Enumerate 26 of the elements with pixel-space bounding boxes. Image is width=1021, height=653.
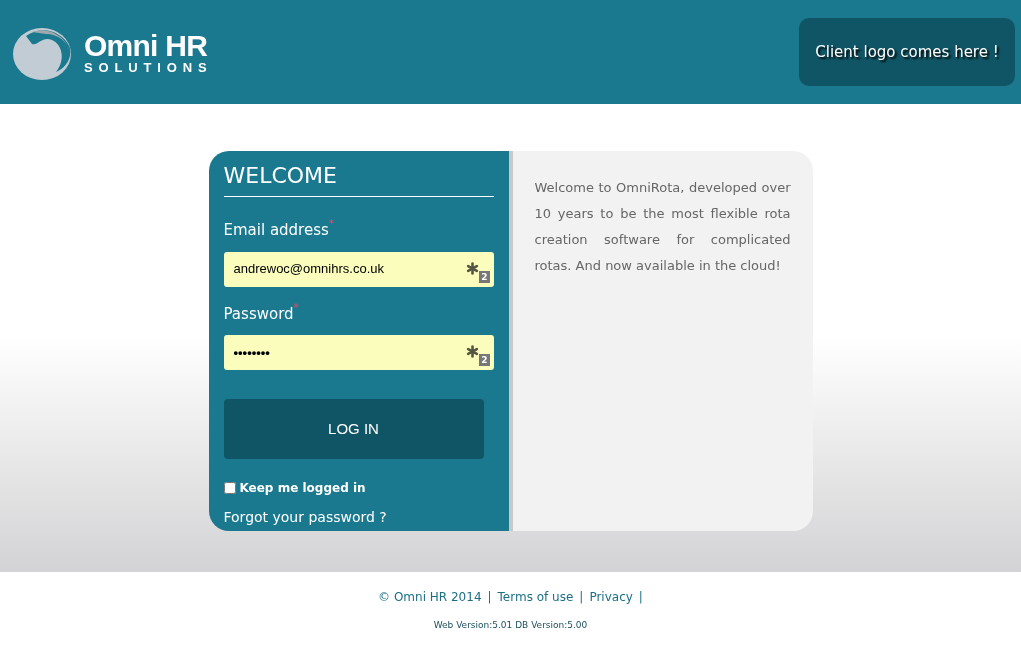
remember-checkbox[interactable] [223,482,236,494]
required-mark: * [293,302,299,313]
count-badge: 2 [479,270,490,283]
footer-link[interactable]: © Omni HR 2014 [378,588,482,606]
forgot-password-link[interactable]: Forgot your password ? [223,507,494,528]
password-field[interactable]: •••••••• 2 [223,335,494,370]
asterisk-icon [466,345,480,358]
login-button[interactable]: LOG IN [223,399,484,459]
version-text: Web Version:5.01 DB Version:5.00 [433,619,588,632]
remember-label: Keep me logged in [239,480,366,497]
count-badge: 2 [479,354,490,366]
footer-separator: | [579,589,584,606]
required-mark: * [328,219,334,229]
footer-separator: | [487,589,492,606]
logo-tagline: SOLUTIONS [84,60,213,74]
client-logo-text: Client logo comes here ! [815,41,999,63]
footer-separator: | [638,589,643,606]
email-field[interactable]: andrewoc@omnihrs.co.uk 2 [223,251,494,287]
field-label: Email address [223,221,329,241]
welcome-title: WELCOME [223,159,494,197]
footer-link[interactable]: Terms of use [497,588,574,606]
intro-text: Welcome to OmniRota, developed over 10 years to be the most flexible rota creation software for complicated rotas. And now available in the cloud! [534,179,791,275]
field-label: Password [223,304,294,325]
asterisk-icon [466,261,480,275]
footer-link[interactable]: Privacy [589,588,633,606]
logo-wordmark: Omni HR [84,30,209,61]
